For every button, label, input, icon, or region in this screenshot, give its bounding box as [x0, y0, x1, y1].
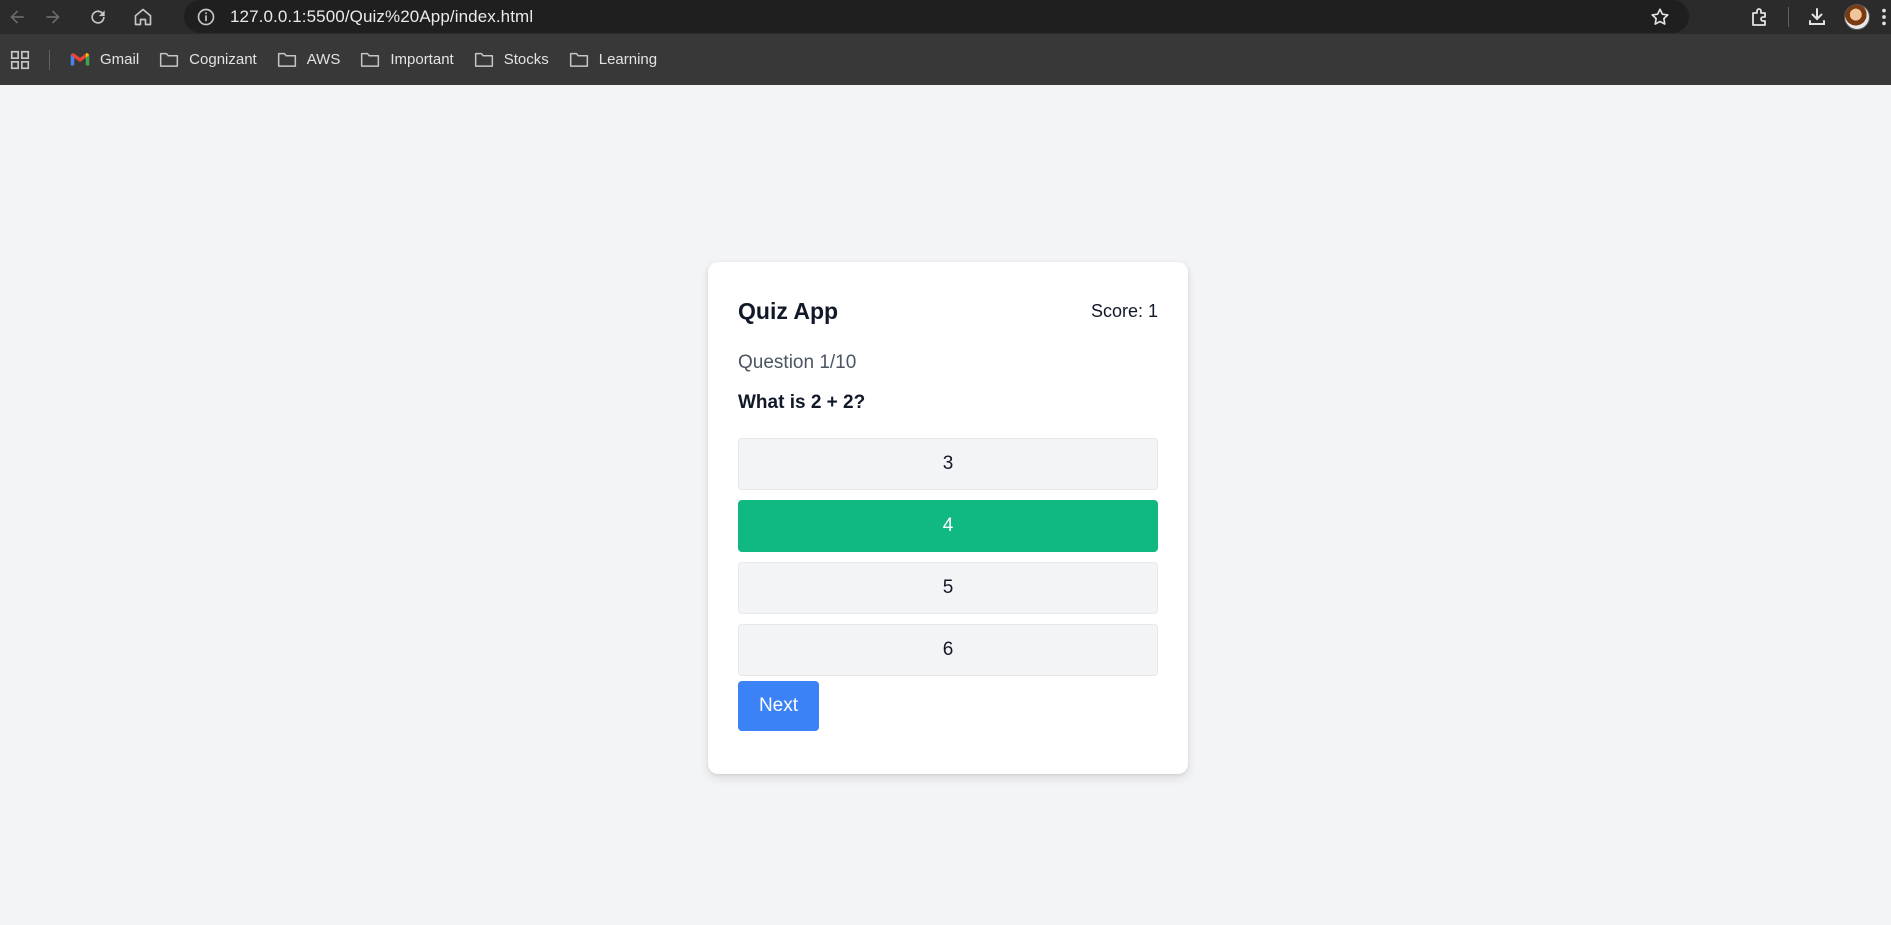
back-arrow-icon [10, 10, 24, 24]
toolbar-actions [1746, 0, 1891, 34]
question-text: What is 2 + 2? [738, 392, 866, 413]
next-button[interactable]: Next [738, 681, 819, 731]
answer-option[interactable]: 5 [738, 562, 1158, 614]
folder-icon [277, 50, 297, 70]
extensions-icon[interactable] [1746, 3, 1774, 31]
reload-icon [91, 10, 105, 24]
site-info-icon[interactable] [196, 7, 216, 27]
forward-arrow-icon [46, 10, 60, 24]
answer-options: 3 4 5 6 [738, 438, 1158, 686]
bookmark-gmail[interactable]: Gmail [64, 45, 145, 75]
bookmarks-bar: Gmail Cognizant AWS Important Stocks Lea… [0, 34, 1891, 85]
bookmark-label: Learning [598, 51, 658, 68]
bookmark-label: Important [390, 51, 454, 68]
bookmarks-divider [49, 49, 50, 70]
url-text[interactable]: 127.0.0.1:5500/Quiz%20App/index.html [230, 7, 533, 27]
download-icon[interactable] [1803, 3, 1831, 31]
page-content: Quiz App Score: 1 Question 1/10 What is … [0, 85, 1891, 925]
answer-option[interactable]: 3 [738, 438, 1158, 490]
home-button[interactable] [129, 3, 157, 31]
bookmark-important[interactable]: Important [354, 45, 459, 75]
menu-dots-icon[interactable] [1877, 3, 1891, 31]
folder-icon [159, 50, 179, 70]
bookmark-label: AWS [306, 51, 341, 68]
question-counter: Question 1/10 [738, 352, 857, 373]
home-icon [134, 8, 152, 26]
address-bar[interactable]: 127.0.0.1:5500/Quiz%20App/index.html [184, 0, 1689, 33]
gmail-icon [70, 50, 90, 70]
bookmark-star-icon[interactable] [1649, 6, 1671, 28]
bookmark-cognizant[interactable]: Cognizant [153, 45, 263, 75]
profile-avatar[interactable] [1843, 3, 1871, 31]
app-title: Quiz App [738, 298, 839, 324]
back-button[interactable] [3, 3, 31, 31]
bookmark-stocks[interactable]: Stocks [468, 45, 555, 75]
bookmark-aws[interactable]: AWS [271, 45, 347, 75]
apps-grid-icon[interactable] [8, 48, 32, 72]
answer-option[interactable]: 6 [738, 624, 1158, 676]
bookmark-label: Cognizant [189, 51, 257, 68]
forward-button[interactable] [39, 3, 67, 31]
folder-icon [360, 50, 380, 70]
reload-button[interactable] [84, 3, 112, 31]
score-display: Score: 1 [1090, 301, 1158, 321]
bookmark-learning[interactable]: Learning [563, 45, 663, 75]
folder-icon [569, 50, 589, 70]
quiz-card: Quiz App Score: 1 Question 1/10 What is … [708, 262, 1188, 774]
folder-icon [474, 50, 494, 70]
browser-toolbar: 127.0.0.1:5500/Quiz%20App/index.html [0, 0, 1891, 34]
bookmark-label: Gmail [100, 51, 140, 68]
bookmark-label: Stocks [503, 51, 549, 68]
answer-option-correct[interactable]: 4 [738, 500, 1158, 552]
toolbar-divider [1788, 7, 1789, 27]
quiz-header: Quiz App Score: 1 [738, 298, 1158, 325]
